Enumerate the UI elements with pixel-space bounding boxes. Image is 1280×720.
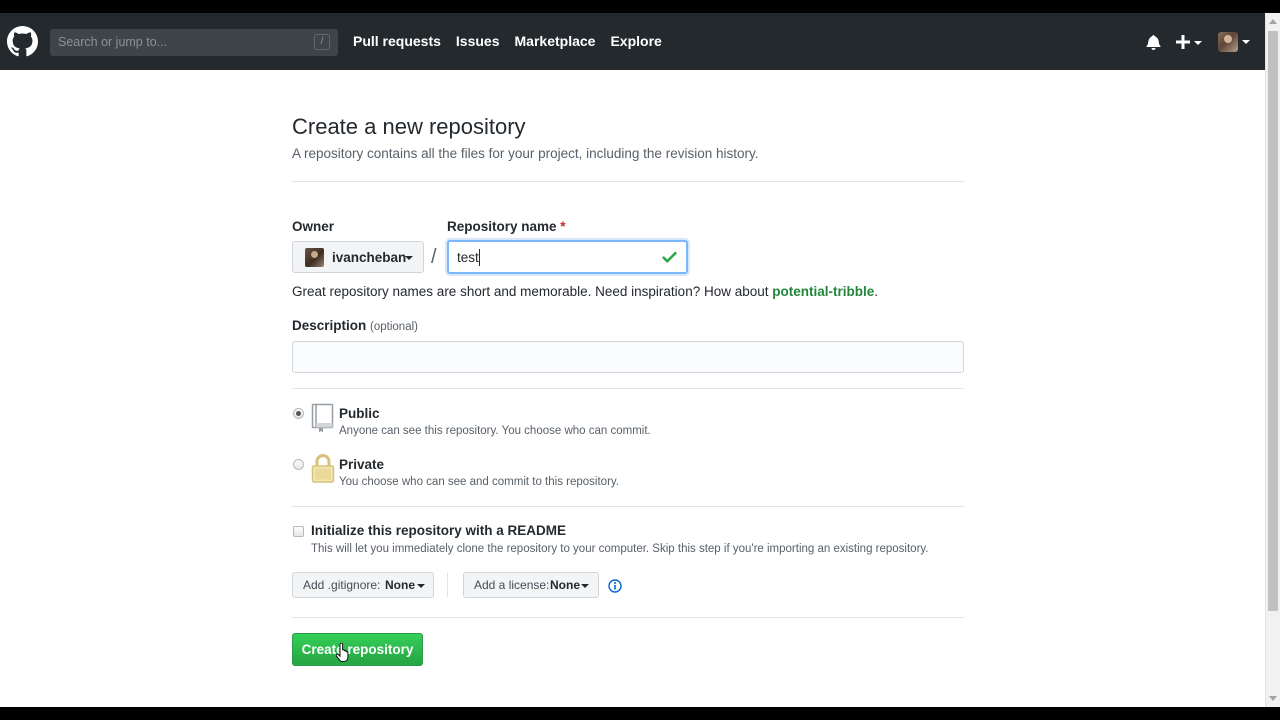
scrollbar-thumb[interactable]: [1268, 31, 1278, 611]
license-label: Add a license:: [474, 578, 550, 592]
init-readme-note: This will let you immediately clone the …: [311, 543, 929, 555]
repo-book-icon: [311, 403, 334, 433]
scroll-down-arrow-icon[interactable]: [1269, 696, 1277, 701]
video-letterbox-bottom: [0, 707, 1280, 720]
divider: [292, 506, 964, 507]
owner-avatar: [305, 248, 324, 267]
nav-pull-requests[interactable]: Pull requests: [353, 33, 441, 49]
page-scrollbar[interactable]: [1265, 13, 1280, 707]
public-note: Anyone can see this repository. You choo…: [339, 425, 651, 437]
browser-viewport: Search or jump to... / Pull requests Iss…: [0, 13, 1265, 707]
owner-label: Owner: [292, 219, 335, 234]
search-placeholder: Search or jump to...: [58, 35, 168, 49]
repo-name-label: Repository name *: [447, 219, 566, 234]
gitignore-value: None: [385, 578, 415, 592]
required-marker: *: [560, 219, 566, 234]
chevron-down-icon: [1194, 41, 1202, 45]
owner-repo-separator: /: [431, 246, 437, 268]
owner-name: ivancheban: [332, 250, 407, 265]
divider: [292, 181, 964, 182]
init-readme-checkbox[interactable]: [293, 526, 304, 537]
init-readme-title: Initialize this repository with a README: [311, 523, 567, 538]
user-menu[interactable]: [1218, 32, 1252, 52]
search-input[interactable]: Search or jump to... /: [50, 29, 338, 56]
plus-icon: [1176, 35, 1190, 49]
divider: [447, 573, 448, 597]
chevron-down-icon: [1242, 40, 1250, 44]
chevron-down-icon: [417, 584, 425, 588]
public-title: Public: [339, 406, 380, 421]
private-note: You choose who can see and commit to thi…: [339, 476, 619, 488]
check-icon: [662, 251, 677, 263]
nav-marketplace[interactable]: Marketplace: [515, 33, 596, 49]
license-value: None: [550, 578, 580, 592]
text-cursor: [479, 249, 480, 266]
repository-name-input[interactable]: test: [447, 240, 688, 274]
create-new-menu[interactable]: [1176, 33, 1204, 51]
repo-name-label-text: Repository name: [447, 219, 557, 234]
optional-note: (optional): [370, 321, 418, 333]
repo-name-hint: Great repository names are short and mem…: [292, 284, 878, 299]
nav-explore[interactable]: Explore: [610, 33, 661, 49]
page-title: Create a new repository: [292, 114, 526, 139]
name-suggestion-link[interactable]: potential-tribble: [772, 284, 874, 299]
site-header: Search or jump to... / Pull requests Iss…: [0, 13, 1265, 70]
scroll-up-arrow-icon[interactable]: [1269, 19, 1277, 24]
divider: [292, 388, 964, 389]
video-letterbox-top: [0, 0, 1280, 13]
hand-pointer-cursor-icon: [336, 643, 349, 662]
chevron-down-icon: [405, 256, 413, 260]
search-shortcut-key: /: [314, 34, 330, 50]
github-logo-icon[interactable]: [7, 26, 38, 57]
public-radio[interactable]: [293, 408, 304, 419]
gitignore-label: Add .gitignore:: [303, 578, 381, 592]
lock-icon: [311, 454, 335, 483]
header-nav: Pull requests Issues Marketplace Explore: [353, 33, 677, 49]
nav-issues[interactable]: Issues: [456, 33, 500, 49]
info-icon[interactable]: [608, 579, 622, 593]
notifications-bell-icon[interactable]: [1146, 34, 1161, 50]
divider: [292, 617, 964, 618]
license-select[interactable]: Add a license: None: [463, 572, 599, 598]
owner-select[interactable]: ivancheban: [292, 241, 424, 273]
gitignore-select[interactable]: Add .gitignore: None: [292, 572, 434, 598]
repository-name-value: test: [457, 250, 479, 265]
page-subtitle: A repository contains all the files for …: [292, 146, 759, 161]
chevron-down-icon: [581, 584, 589, 588]
private-title: Private: [339, 457, 385, 472]
create-repository-button[interactable]: Create repository: [292, 633, 423, 666]
avatar: [1218, 32, 1238, 52]
description-label-text: Description: [292, 318, 367, 333]
private-radio[interactable]: [293, 459, 304, 470]
hint-text: Great repository names are short and mem…: [292, 284, 773, 299]
description-label: Description (optional): [292, 318, 418, 333]
description-input[interactable]: [292, 341, 964, 373]
hint-period: .: [874, 284, 879, 299]
